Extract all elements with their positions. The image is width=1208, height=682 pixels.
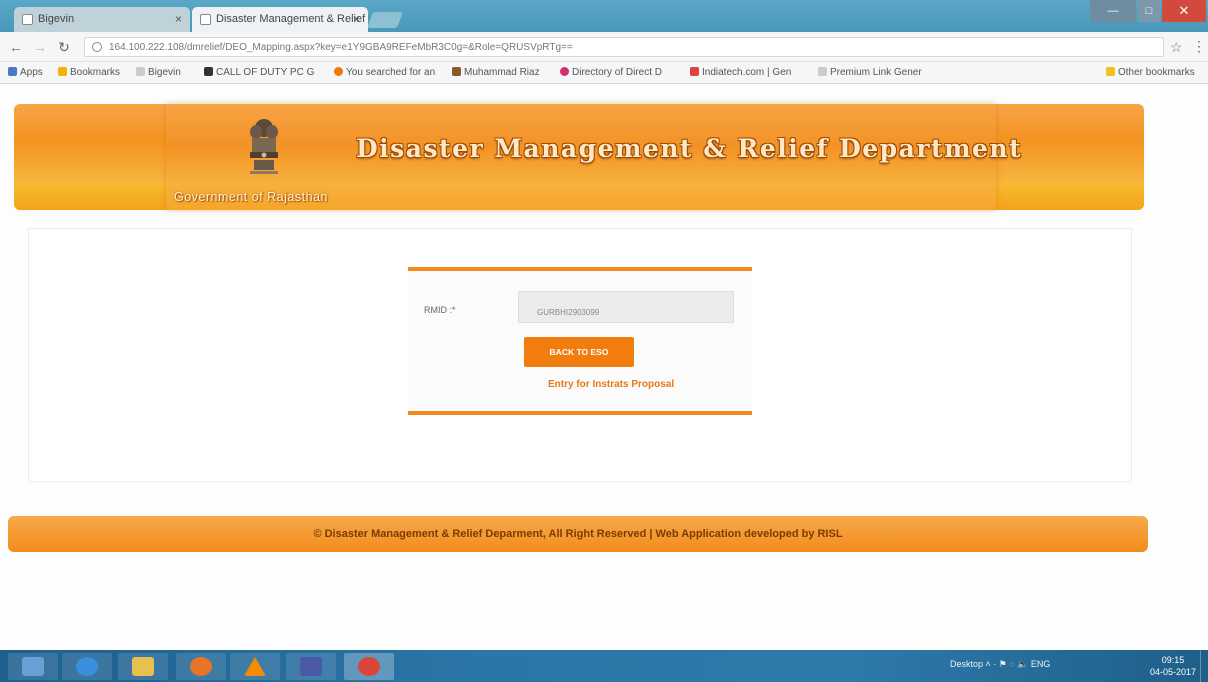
bookmark-you-searched[interactable]: You searched for an xyxy=(334,67,435,78)
bookmark-call-of-duty[interactable]: CALL OF DUTY PC G xyxy=(204,67,314,78)
entry-proposal-link[interactable]: Entry for Instrats Proposal xyxy=(548,379,674,390)
taskbar-ie-button[interactable] xyxy=(62,653,112,680)
folder-icon xyxy=(132,657,154,676)
browser-tab-bigevin[interactable]: Bigevin × xyxy=(14,7,190,32)
browser-tab-disaster-management[interactable]: Disaster Management & Relief × xyxy=(192,7,368,32)
flag-icon xyxy=(204,67,213,76)
new-tab-button[interactable] xyxy=(367,12,403,28)
rmid-field[interactable] xyxy=(518,291,734,323)
browser-menu-icon[interactable]: ⋮ xyxy=(1192,38,1206,55)
taskbar-vlc-button[interactable] xyxy=(230,653,280,680)
folder-icon xyxy=(1106,67,1115,76)
site-icon xyxy=(690,67,699,76)
rmid-form: RMID :* BACK TO ESO Entry for Instrats P… xyxy=(408,267,752,415)
vlc-icon xyxy=(244,657,266,676)
site-icon xyxy=(334,67,343,76)
browser-tab-strip: Bigevin × Disaster Management & Relief ×… xyxy=(0,0,1208,32)
taskbar-clock[interactable]: 09:15 04-05-2017 xyxy=(1150,654,1196,678)
tab-label: Bigevin xyxy=(38,13,75,25)
bookmark-star-icon[interactable]: ☆ xyxy=(1170,39,1183,56)
tab-close-icon[interactable]: × xyxy=(353,12,360,26)
system-tray[interactable]: Desktop ˄ · ⚑ ◌ 🔈 ENG xyxy=(950,659,1050,670)
government-subtitle: Government of Rajasthan xyxy=(174,190,328,204)
page-title: Disaster Management & Relief Department xyxy=(356,134,1023,163)
explorer-icon xyxy=(22,657,44,676)
tab-close-icon[interactable]: × xyxy=(175,12,182,26)
address-text: 164.100.222.108/dmrelief/DEO_Mapping.asp… xyxy=(109,42,573,53)
browser-toolbar: ← → ↻ 164.100.222.108/dmrelief/DEO_Mappi… xyxy=(0,32,1208,62)
clock-time: 09:15 xyxy=(1161,655,1185,665)
windows-taskbar: Desktop ˄ · ⚑ ◌ 🔈 ENG 09:15 04-05-2017 xyxy=(0,650,1208,682)
taskbar-firefox-button[interactable] xyxy=(176,653,226,680)
page-icon xyxy=(136,67,145,76)
back-arrow-icon[interactable]: ← xyxy=(8,39,24,55)
internet-explorer-icon xyxy=(76,657,98,676)
footer-text: © Disaster Management & Relief Deparment… xyxy=(313,528,843,540)
reload-icon[interactable]: ↻ xyxy=(56,39,72,56)
bookmark-bookmarks[interactable]: Bookmarks xyxy=(58,67,120,78)
bookmark-bigevin[interactable]: Bigevin xyxy=(136,67,181,78)
address-bar[interactable]: 164.100.222.108/dmrelief/DEO_Mapping.asp… xyxy=(84,37,1164,57)
show-desktop-button[interactable] xyxy=(1200,650,1208,682)
rmid-label: RMID :* xyxy=(424,305,456,315)
bookmarks-bar: Apps Bookmarks Bigevin CALL OF DUTY PC G… xyxy=(0,62,1208,84)
tab-label: Disaster Management & Relief xyxy=(216,13,366,25)
apps-icon xyxy=(8,67,17,76)
page-icon xyxy=(200,14,211,25)
taskbar-app-button[interactable] xyxy=(286,653,336,680)
bookmark-muhammad-riaz[interactable]: Muhammad Riaz xyxy=(452,67,540,78)
bookmark-apps[interactable]: Apps xyxy=(8,67,43,78)
star-icon xyxy=(58,67,67,76)
taskbar-files-button[interactable] xyxy=(118,653,168,680)
taskbar-explorer-button[interactable] xyxy=(8,653,58,680)
page-footer: © Disaster Management & Relief Deparment… xyxy=(8,516,1148,552)
forward-arrow-icon[interactable]: → xyxy=(32,39,48,55)
chrome-icon xyxy=(358,657,380,676)
firefox-icon xyxy=(190,657,212,676)
maximize-button[interactable]: □ xyxy=(1138,0,1160,22)
site-icon xyxy=(452,67,461,76)
page-icon xyxy=(22,14,33,25)
national-emblem-icon xyxy=(250,119,278,174)
page-icon xyxy=(818,67,827,76)
close-window-button[interactable]: ✕ xyxy=(1162,0,1206,22)
web-page: Disaster Management & Relief Department … xyxy=(0,84,1208,650)
minimize-button[interactable]: — xyxy=(1090,0,1136,22)
bookmark-other[interactable]: Other bookmarks xyxy=(1106,67,1195,78)
site-icon xyxy=(560,67,569,76)
site-info-icon[interactable] xyxy=(92,42,102,52)
bookmark-premium-link[interactable]: Premium Link Gener xyxy=(818,67,922,78)
app-icon xyxy=(300,657,322,676)
header-banner: Disaster Management & Relief Department … xyxy=(14,104,1144,210)
bookmark-indiatech[interactable]: Indiatech.com | Gen xyxy=(690,67,791,78)
back-to-eso-button[interactable]: BACK TO ESO xyxy=(524,337,634,367)
taskbar-chrome-button[interactable] xyxy=(344,653,394,680)
bookmark-directory[interactable]: Directory of Direct D xyxy=(560,67,662,78)
clock-date: 04-05-2017 xyxy=(1150,667,1197,677)
